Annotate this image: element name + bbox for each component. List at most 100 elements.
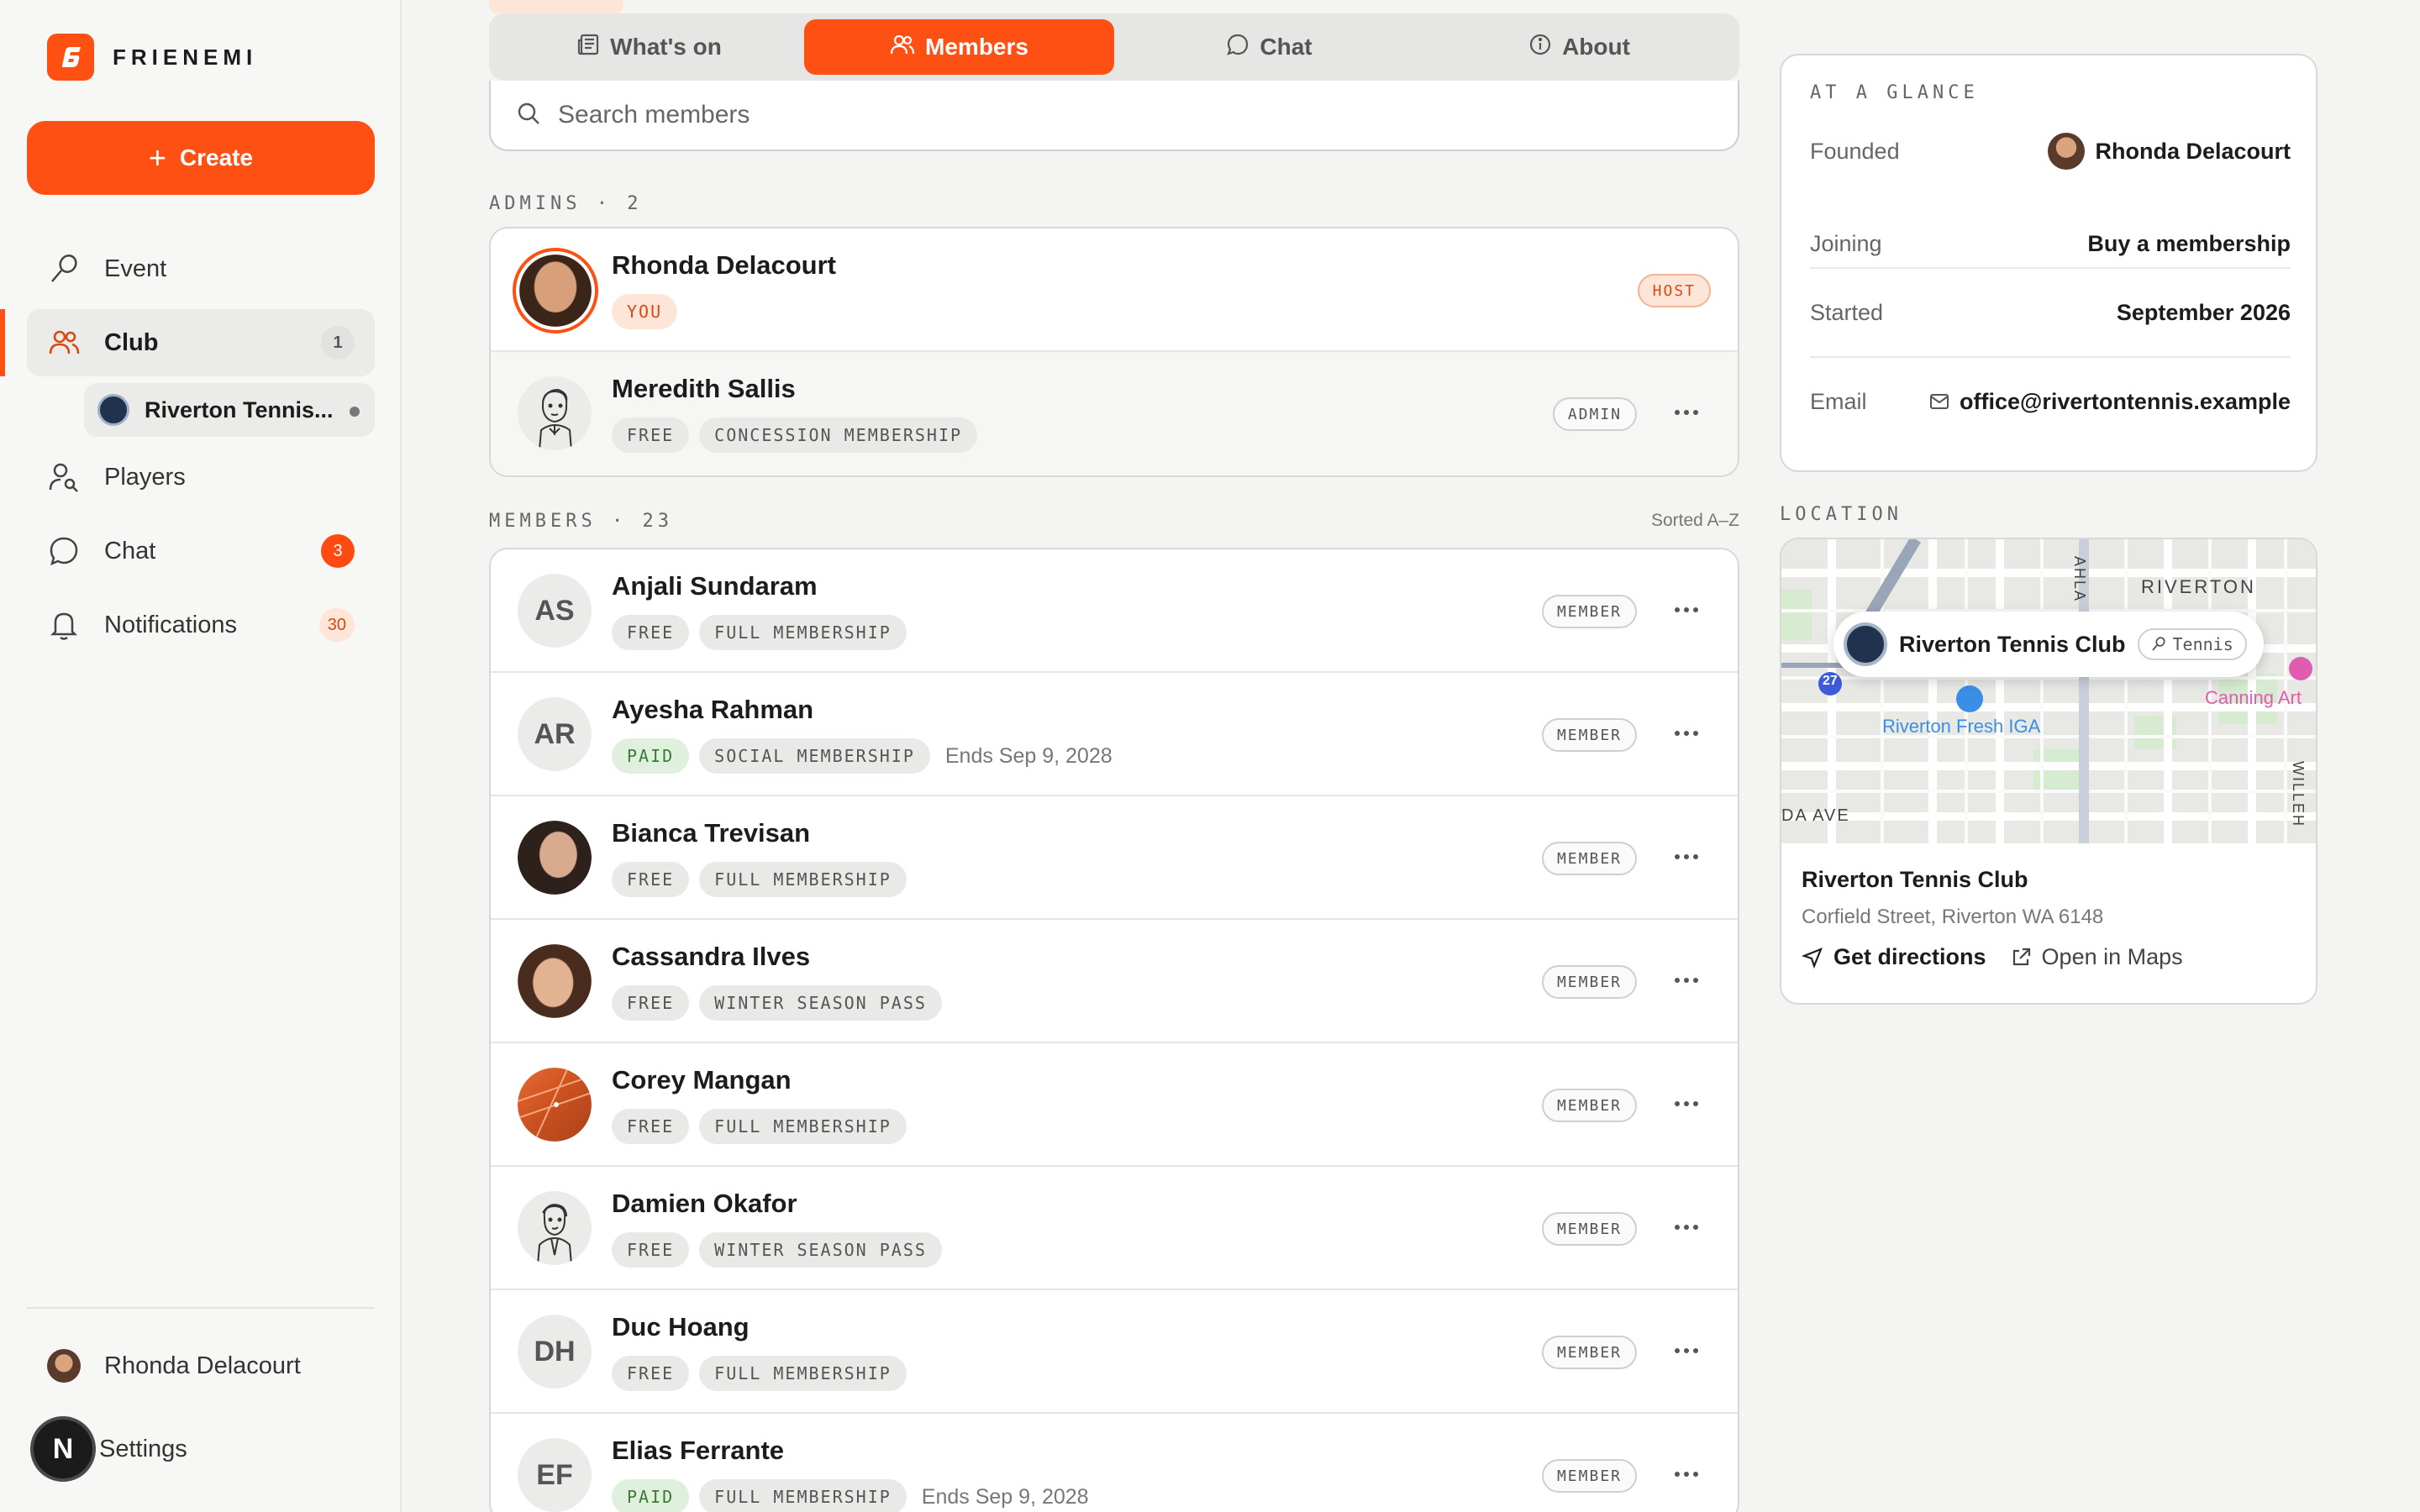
app-logo[interactable]: FRIENEMI: [47, 34, 257, 81]
member-name: Corey Mangan: [612, 1065, 792, 1095]
sidebar-item-event[interactable]: Event: [27, 235, 375, 302]
membership-tag: FULL MEMBERSHIP: [699, 615, 907, 650]
tab-members[interactable]: Members: [804, 19, 1114, 75]
navigation-arrow-icon: [1802, 947, 1823, 969]
glance-key: Founded: [1810, 138, 1900, 164]
map-label-arts: Canning Art: [2205, 687, 2302, 708]
sidebar-item-chat[interactable]: Chat 3: [27, 517, 375, 585]
sidebar-item-notifications[interactable]: Notifications 30: [27, 591, 375, 659]
more-options-icon[interactable]: [1667, 840, 1706, 874]
map-label-road: AHLA: [2071, 556, 2088, 603]
chat-icon: [47, 534, 81, 568]
more-options-icon[interactable]: [1667, 1087, 1706, 1121]
member-tags: FREE WINTER SEASON PASS: [612, 1232, 942, 1268]
list-item[interactable]: Meredith Sallis FREE CONCESSION MEMBERSH…: [491, 352, 1738, 475]
member-name: Ayesha Rahman: [612, 695, 814, 724]
table-row[interactable]: Damien Okafor FREE WINTER SEASON PASS ME…: [491, 1167, 1738, 1290]
member-tags: YOU: [612, 294, 678, 329]
member-name: Meredith Sallis: [612, 374, 796, 403]
member-tags: FREE FULL MEMBERSHIP: [612, 862, 907, 897]
you-badge: YOU: [612, 294, 678, 329]
location-actions: Get directions Open in Maps: [1802, 944, 2183, 970]
avatar: AS: [518, 574, 592, 648]
more-options-icon[interactable]: [1667, 963, 1706, 997]
create-button[interactable]: + Create: [27, 121, 375, 195]
settings-item[interactable]: N Settings: [30, 1416, 187, 1482]
tab-chat[interactable]: Chat: [1114, 19, 1424, 75]
member-tags: FREE FULL MEMBERSHIP: [612, 615, 907, 650]
buy-membership-link[interactable]: Buy a membership: [2087, 231, 2291, 257]
member-tags: FREE FULL MEMBERSHIP: [612, 1109, 907, 1144]
table-row[interactable]: Cassandra Ilves FREE WINTER SEASON PASS …: [491, 920, 1738, 1043]
sidebar-item-club[interactable]: Club 1: [27, 309, 375, 376]
racket-icon: [2151, 637, 2165, 651]
member-name: Rhonda Delacourt: [612, 250, 836, 280]
member-name: Anjali Sundaram: [612, 571, 818, 601]
get-directions-button[interactable]: Get directions: [1802, 944, 1986, 970]
more-options-icon[interactable]: [1667, 1457, 1706, 1491]
open-in-maps-link[interactable]: Open in Maps: [2010, 944, 2183, 970]
avatar: [513, 248, 598, 333]
membership-tag: WINTER SEASON PASS: [699, 1232, 942, 1268]
avatar: [518, 376, 592, 450]
map-view[interactable]: RIVERTON Riverton Fresh IGA Canning Art …: [1781, 539, 2316, 843]
table-row[interactable]: AR Ayesha Rahman PAID SOCIAL MEMBERSHIP …: [491, 673, 1738, 796]
settings-label: Settings: [99, 1435, 187, 1462]
glance-value[interactable]: Rhonda Delacourt: [2048, 133, 2291, 170]
table-row[interactable]: DH Duc Hoang FREE FULL MEMBERSHIP MEMBER: [491, 1290, 1738, 1414]
sidebar-item-label: Players: [104, 463, 186, 491]
map-pin[interactable]: Riverton Tennis Club Tennis: [1833, 612, 2264, 677]
membership-end-date: Ends Sep 9, 2028: [921, 1484, 1089, 1509]
club-crest-icon: [97, 394, 129, 426]
more-options-icon[interactable]: [1667, 593, 1706, 627]
search-input[interactable]: [558, 101, 1650, 129]
admins-section-label: ADMINS · 2: [489, 193, 643, 214]
more-options-icon[interactable]: [1667, 396, 1706, 429]
members-section-label: MEMBERS · 23: [489, 511, 673, 532]
table-row[interactable]: AS Anjali Sundaram FREE FULL MEMBERSHIP …: [491, 549, 1738, 673]
sidebar-item-players[interactable]: Players: [27, 444, 375, 511]
tab-whats-on[interactable]: What's on: [494, 19, 804, 75]
table-row[interactable]: Corey Mangan FREE FULL MEMBERSHIP MEMBER: [491, 1043, 1738, 1167]
sort-label[interactable]: Sorted A–Z: [1651, 511, 1739, 531]
n-badge-icon[interactable]: N: [30, 1416, 96, 1482]
notifications-badge: 30: [318, 608, 355, 642]
sidebar-item-label: Notifications: [104, 611, 237, 638]
member-name: Elias Ferrante: [612, 1436, 785, 1465]
more-options-icon[interactable]: [1667, 1210, 1706, 1244]
table-row[interactable]: EF Elias Ferrante PAID FULL MEMBERSHIP E…: [491, 1414, 1738, 1512]
sidebar-subitem-riverton[interactable]: Riverton Tennis...: [84, 383, 375, 437]
tab-label: About: [1562, 34, 1630, 60]
more-options-icon[interactable]: [1667, 717, 1706, 750]
open-in-maps-label: Open in Maps: [2041, 944, 2183, 969]
role-badge: MEMBER: [1541, 595, 1637, 628]
pin-club-name: Riverton Tennis Club: [1899, 631, 2126, 657]
user-search-icon: [47, 460, 81, 494]
active-indicator: [0, 309, 5, 376]
role-badge: MEMBER: [1541, 1459, 1637, 1493]
role-badge: ADMIN: [1552, 397, 1637, 431]
at-a-glance-card: AT A GLANCE Founded Rhonda Delacourt Joi…: [1780, 54, 2317, 472]
more-options-icon[interactable]: [1667, 1334, 1706, 1368]
users-icon: [890, 33, 915, 62]
newspaper-icon: [576, 33, 600, 62]
membership-tag: FULL MEMBERSHIP: [699, 1356, 907, 1391]
tab-bar: What's on Members Chat About: [489, 13, 1739, 81]
payment-tag: PAID: [612, 738, 690, 774]
membership-tag: WINTER SEASON PASS: [699, 985, 942, 1021]
list-item[interactable]: Rhonda Delacourt YOU HOST: [491, 228, 1738, 352]
current-user[interactable]: Rhonda Delacourt: [47, 1349, 301, 1383]
role-badge: MEMBER: [1541, 842, 1637, 875]
avatar: EF: [518, 1438, 592, 1512]
search-icon: [516, 101, 541, 130]
location-name: Riverton Tennis Club: [1802, 867, 2028, 892]
table-row[interactable]: Bianca Trevisan FREE FULL MEMBERSHIP MEM…: [491, 796, 1738, 920]
membership-tag: FULL MEMBERSHIP: [699, 1109, 907, 1144]
status-dot: [350, 407, 360, 417]
member-tags: PAID SOCIAL MEMBERSHIP Ends Sep 9, 2028: [612, 738, 1113, 774]
glance-row-started: Started September 2026: [1810, 269, 2291, 356]
top-sliver: [489, 0, 623, 13]
tab-label: Chat: [1260, 34, 1313, 60]
email-link[interactable]: office@rivertontennis.example: [1929, 389, 2291, 415]
tab-about[interactable]: About: [1424, 19, 1734, 75]
